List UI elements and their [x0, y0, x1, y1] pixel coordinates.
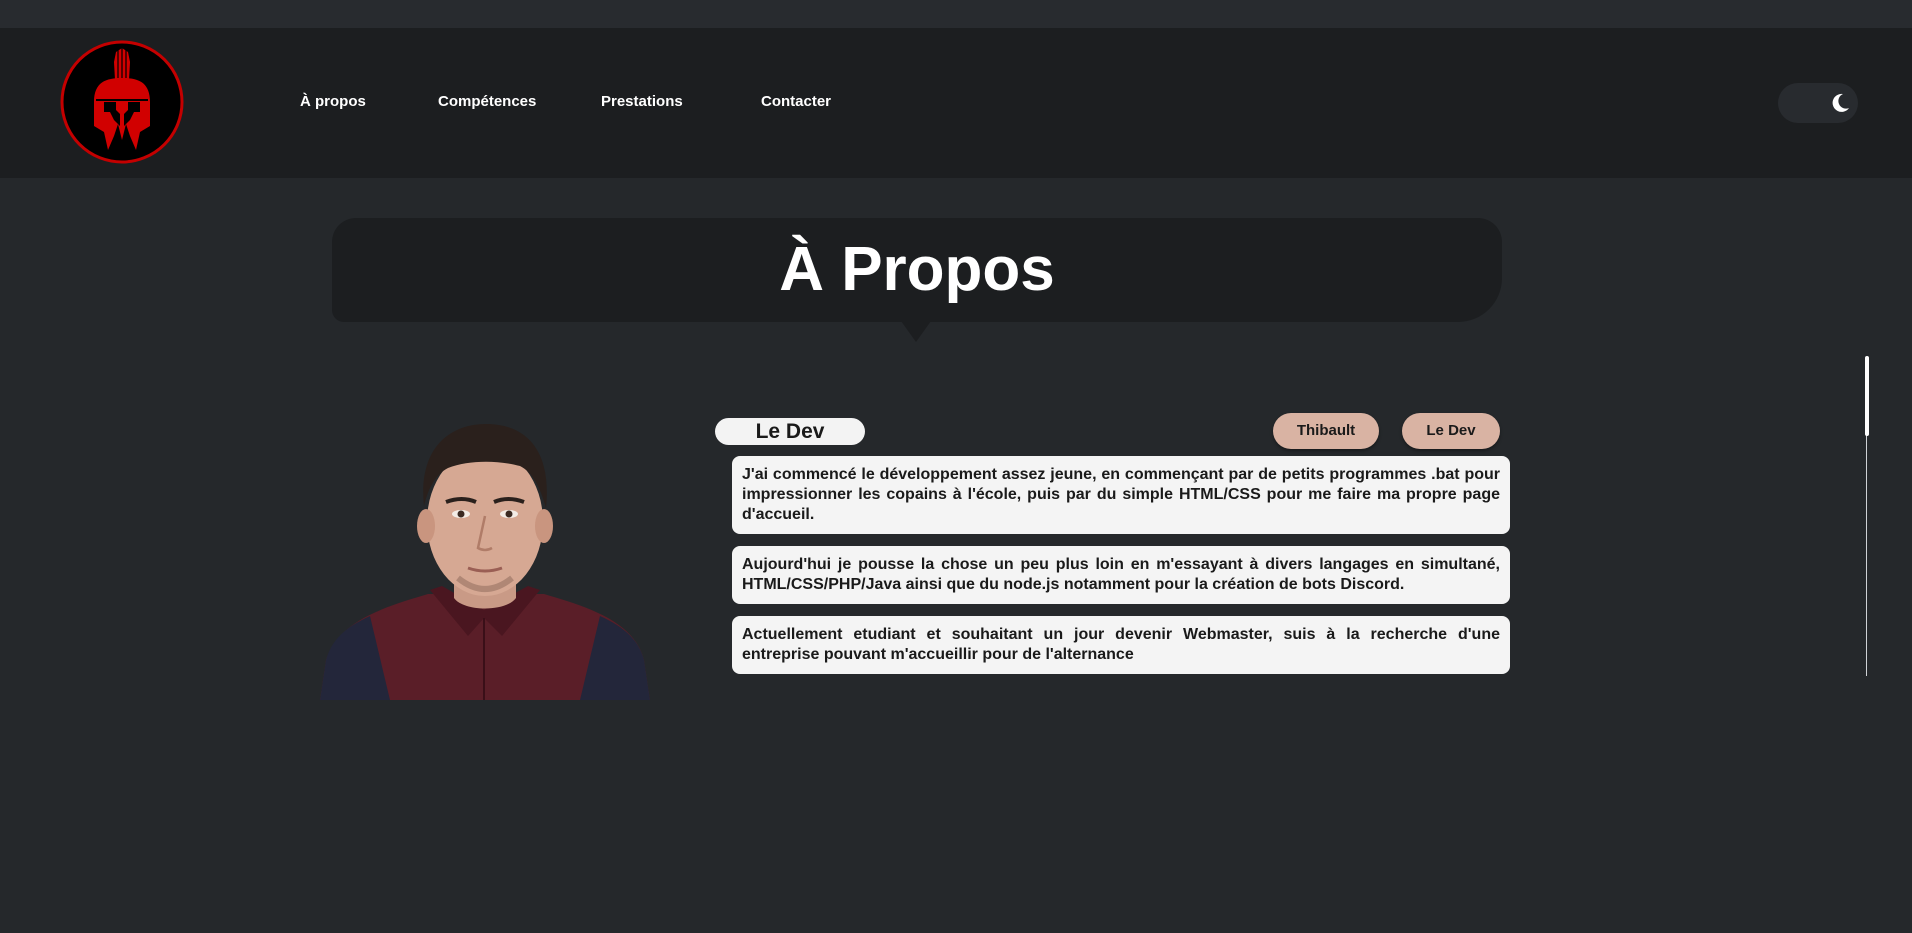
page-title: À Propos: [779, 235, 1055, 304]
nav-link-competences[interactable]: Compétences: [438, 93, 536, 110]
title-bubble-tail: [896, 314, 936, 342]
moon-icon: [1832, 93, 1849, 112]
top-strip: [0, 0, 1912, 28]
theme-toggle[interactable]: [1778, 83, 1858, 123]
about-paragraph-3: Actuellement etudiant et souhaitant un j…: [732, 616, 1510, 674]
name-badge: Le Dev: [715, 418, 865, 445]
navbar: [0, 28, 1912, 178]
scroll-track[interactable]: [1866, 434, 1867, 676]
nav-link-contacter[interactable]: Contacter: [761, 93, 831, 110]
about-paragraph-1: J'ai commencé le développement assez jeu…: [732, 456, 1510, 534]
nav-link-prestations[interactable]: Prestations: [601, 93, 683, 110]
portrait-photo: [318, 410, 652, 702]
about-paragraph-2: Aujourd'hui je pousse la chose un peu pl…: [732, 546, 1510, 604]
spartan-helmet-icon[interactable]: [60, 40, 184, 164]
tag-le-dev[interactable]: Le Dev: [1402, 413, 1500, 449]
nav-link-a-propos[interactable]: À propos: [300, 93, 366, 110]
tag-thibault[interactable]: Thibault: [1273, 413, 1379, 449]
scroll-thumb[interactable]: [1865, 356, 1869, 436]
